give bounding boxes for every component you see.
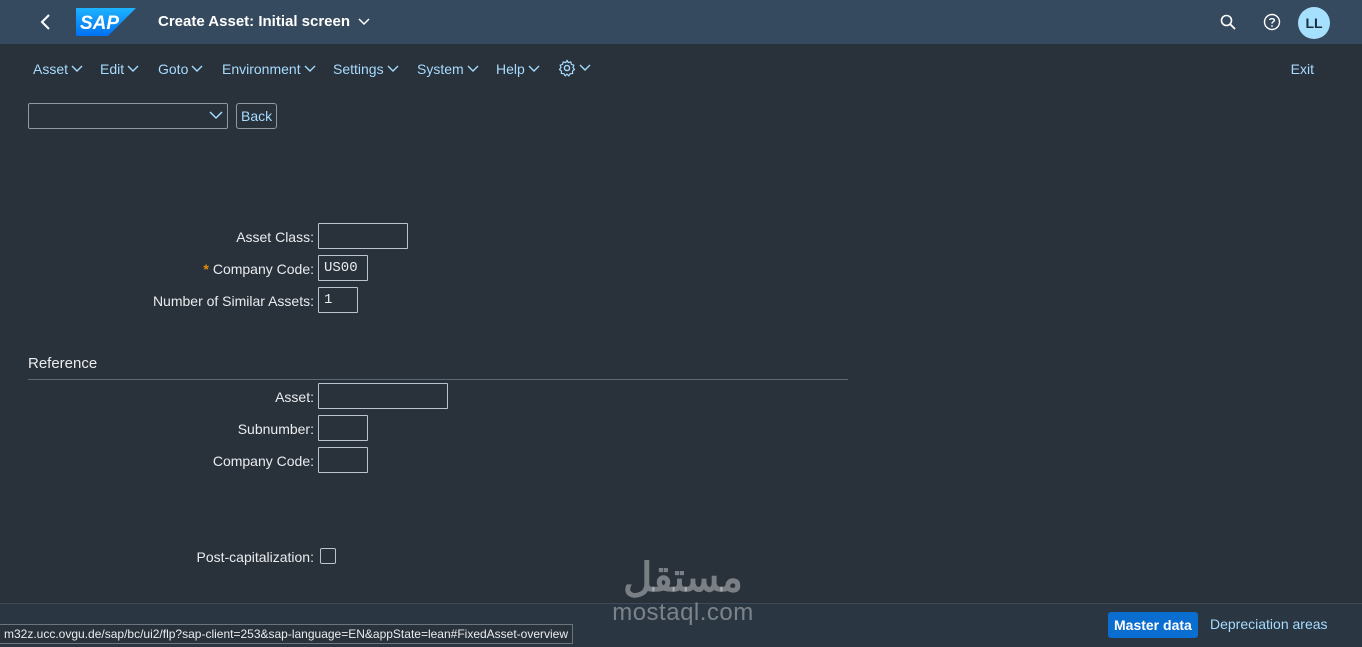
menu-label: Asset — [33, 61, 69, 77]
chevron-down-icon — [191, 65, 203, 72]
post-capitalization-label: Post-capitalization: — [196, 549, 314, 565]
shell-bar: SAP Create Asset: Initial screen LL — [0, 0, 1362, 44]
watermark-arabic: مستقل — [623, 556, 743, 600]
required-marker: * — [203, 261, 209, 277]
menu-label: Environment — [222, 61, 301, 77]
chevron-down-icon — [358, 13, 370, 30]
ref-subnumber-label: Subnumber: — [237, 421, 314, 437]
menu-label: Edit — [100, 61, 125, 77]
chevron-down-icon — [304, 65, 316, 72]
chevron-down-icon — [467, 65, 479, 72]
menu-edit[interactable]: Edit — [100, 61, 139, 77]
post-capitalization-checkbox[interactable] — [320, 548, 336, 564]
menu-label: Goto — [158, 61, 189, 77]
chevron-down-icon — [528, 65, 540, 72]
menu-environment[interactable]: Environment — [222, 61, 316, 77]
ref-company-code-label: Company Code: — [212, 453, 314, 469]
okcode-field[interactable] — [28, 103, 228, 129]
depreciation-areas-button[interactable]: Depreciation areas — [1210, 616, 1328, 632]
avatar[interactable]: LL — [1298, 7, 1330, 39]
asset-class-input[interactable] — [318, 223, 408, 249]
menu-asset[interactable]: Asset — [33, 61, 83, 77]
gear-icon — [558, 59, 576, 77]
chevron-down-icon — [209, 111, 223, 120]
ref-company-code-input[interactable] — [318, 447, 368, 473]
exit-button[interactable]: Exit — [1291, 61, 1314, 77]
logo-text: SAP — [80, 13, 119, 34]
reference-title: Reference — [28, 355, 98, 372]
company-code-label: Company Code: — [212, 261, 314, 277]
menu-help[interactable]: Help — [496, 61, 540, 77]
asset-class-label: Asset Class: — [236, 229, 314, 245]
ref-subnumber-input[interactable] — [318, 415, 368, 441]
master-data-button[interactable]: Master data — [1108, 612, 1198, 638]
sap-logo[interactable]: SAP — [76, 8, 136, 36]
menu-label: System — [417, 61, 464, 77]
back-button[interactable]: Back — [236, 103, 278, 129]
menu-label: Settings — [333, 61, 384, 77]
chevron-down-icon — [579, 64, 591, 71]
menu-label: Help — [496, 61, 525, 77]
menu-system[interactable]: System — [417, 61, 479, 77]
menu-settings[interactable]: Settings — [333, 61, 399, 77]
chevron-down-icon — [71, 65, 83, 72]
section-divider — [28, 379, 848, 380]
app-title[interactable]: Create Asset: Initial screen — [158, 13, 370, 30]
search-icon[interactable] — [1217, 11, 1239, 33]
help-icon[interactable] — [1261, 11, 1283, 33]
chevron-down-icon — [127, 65, 139, 72]
chevron-down-icon — [387, 65, 399, 72]
ref-asset-input[interactable] — [318, 383, 448, 409]
back-icon[interactable] — [34, 10, 58, 34]
ref-asset-label: Asset: — [275, 389, 314, 405]
browser-status-url: m32z.ucc.ovgu.de/sap/bc/ui2/flp?sap-clie… — [0, 624, 574, 644]
app-title-text: Create Asset: Initial screen — [158, 13, 351, 30]
similar-assets-label: Number of Similar Assets: — [152, 293, 314, 309]
menu-goto[interactable]: Goto — [158, 61, 203, 77]
similar-assets-input[interactable]: 1 — [318, 287, 358, 313]
company-code-input[interactable]: US00 — [318, 255, 368, 281]
company-code-label-row: * Company Code: — [203, 261, 314, 277]
menu-gui-settings[interactable] — [558, 59, 591, 77]
menu-bar: Asset Edit Goto Environment Settings Sys… — [0, 44, 1362, 92]
